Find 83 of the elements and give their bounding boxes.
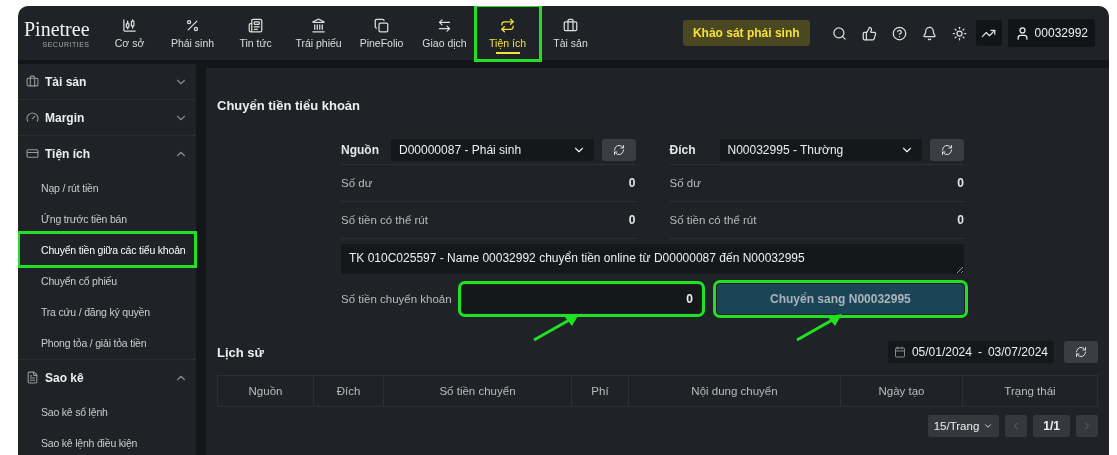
date-separator: - — [977, 345, 982, 359]
logo: Pinetree — [24, 18, 90, 41]
card-icon — [26, 147, 39, 160]
annotation-arrow — [794, 311, 844, 343]
repeat-icon — [500, 17, 516, 33]
nav-tab[interactable]: PineFolio — [351, 8, 412, 58]
candlestick-icon — [122, 17, 138, 33]
info-label: Số dư — [669, 177, 701, 189]
history-title: Lịch sử — [216, 344, 264, 360]
info-label: Số dư — [341, 177, 373, 189]
account-label: Đích — [669, 142, 697, 157]
info-value: 0 — [628, 176, 636, 190]
date-range-field[interactable]: 05/01/2024 - 03/07/2024 — [887, 341, 1054, 363]
info-value: 0 — [628, 213, 636, 227]
account-button[interactable]: 00032992 — [1007, 19, 1095, 47]
documents-icon — [374, 17, 390, 33]
sidebar-group[interactable]: Tài sản — [18, 64, 196, 99]
document-icon — [26, 371, 39, 384]
refresh-button[interactable] — [930, 138, 964, 161]
amount-label: Số tiền chuyển khoản — [341, 293, 452, 305]
sidebar-item[interactable]: Tra cứu / đăng ký quyền — [21, 297, 193, 326]
bank-icon — [311, 17, 327, 33]
column-header: Nguồn — [218, 376, 314, 406]
refresh-icon — [612, 143, 625, 156]
swap-icon — [437, 17, 453, 33]
column-header: Đích — [314, 376, 384, 406]
refresh-icon — [1075, 346, 1087, 358]
start-date: 05/01/2024 — [911, 345, 972, 359]
account-label: Nguồn — [341, 142, 380, 157]
info-value: 0 — [957, 213, 964, 227]
briefcase-icon — [26, 75, 39, 88]
account-select[interactable]: N00032995 - Thường — [719, 138, 922, 161]
page-size-select[interactable]: 15/Trang — [927, 415, 1000, 437]
percent-icon — [185, 17, 201, 33]
nav-tab[interactable]: Tài sản — [540, 8, 601, 58]
sidebar-item[interactable]: Sao kê sổ lệnh — [21, 397, 193, 426]
sidebar-group[interactable]: Sao kê — [18, 360, 196, 395]
nav-tab[interactable]: Tin tức — [225, 8, 286, 58]
sidebar-group[interactable]: Tiện ích — [18, 136, 196, 171]
survey-button[interactable]: Khảo sát phái sinh — [682, 20, 810, 46]
thumbs-up-icon — [862, 25, 878, 41]
chart-button[interactable] — [975, 20, 1002, 46]
refresh-button[interactable] — [601, 138, 636, 161]
page-title: Chuyển tiền tiểu khoản — [216, 98, 361, 113]
info-value: 0 — [957, 176, 964, 190]
nav-tab[interactable]: Cơ sở — [99, 8, 160, 58]
sidebar-item[interactable]: Chuyển cổ phiếu — [21, 266, 193, 295]
bell-icon — [922, 25, 938, 41]
note-field[interactable]: TK 010C025597 - Name 00032992 chuyển tiền online từ D00000087 đến N00032995 — [341, 244, 964, 274]
account-select[interactable]: D00000087 - Phái sinh — [391, 138, 594, 161]
end-date: 03/07/2024 — [987, 345, 1048, 359]
group-label: Margin — [45, 110, 85, 125]
user-icon — [1014, 25, 1030, 41]
group-label: Tiện ích — [45, 146, 91, 161]
caret-icon — [983, 421, 994, 431]
column-header: Ngày tạo — [841, 376, 963, 406]
gauge-icon — [26, 111, 39, 124]
help-icon — [892, 25, 908, 41]
info-label: Số tiền có thể rút — [669, 214, 757, 226]
refresh-button[interactable] — [1064, 341, 1098, 363]
sidebar-item[interactable]: Sao kê lệnh điều kiện — [21, 428, 193, 455]
column-header: Nội dung chuyển — [629, 376, 841, 406]
briefcase-icon — [563, 17, 579, 33]
nav-tab[interactable]: Phái sinh — [162, 8, 223, 58]
nav-tab[interactable]: Trái phiếu — [288, 8, 349, 58]
column-header: Phí — [572, 376, 629, 406]
sun-icon — [952, 25, 968, 41]
sidebar-item[interactable]: Phong tỏa / giải tỏa tiền — [21, 328, 193, 357]
column-header: Số tiền chuyển — [384, 376, 572, 406]
search-icon — [832, 25, 848, 41]
sidebar-item[interactable]: Nạp / rút tiền — [21, 173, 193, 202]
sidebar-group[interactable]: Margin — [18, 100, 196, 135]
refresh-icon — [941, 143, 953, 156]
nav-tab[interactable]: Giao dịch — [414, 8, 475, 58]
group-label: Sao kê — [45, 370, 84, 385]
group-label: Tài sản — [45, 74, 87, 89]
column-header: Trạng thái — [1003, 384, 1057, 399]
nav-tab[interactable]: Tiện ích — [477, 8, 538, 58]
sidebar-item[interactable]: Ứng trước tiền bán — [21, 204, 193, 233]
info-label: Số tiền có thể rút — [341, 214, 428, 226]
page-button[interactable]: 1/1 — [1033, 415, 1070, 437]
calendar-icon — [893, 346, 906, 358]
newspaper-icon — [248, 17, 264, 33]
